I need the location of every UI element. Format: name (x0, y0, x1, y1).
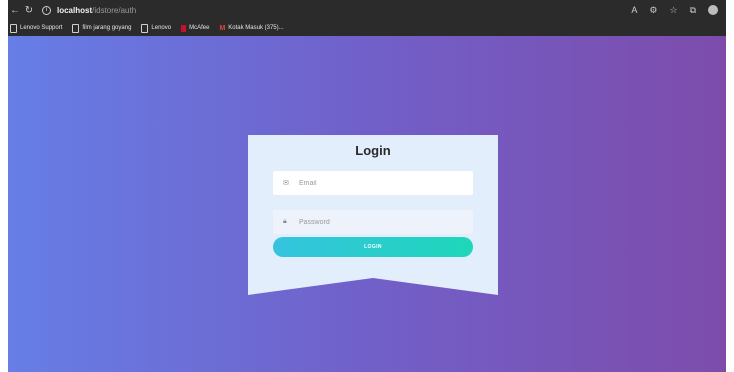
login-button[interactable]: LOGIN (273, 237, 473, 257)
profile-avatar-icon[interactable] (708, 5, 718, 15)
page-icon (141, 23, 149, 33)
email-field-wrapper: ✉ (273, 171, 473, 195)
password-field-wrapper: 🔒︎ (273, 210, 473, 234)
bookmark-lenovo-support[interactable]: Lenovo Support (10, 23, 63, 33)
bookmark-label: McAfee (189, 25, 210, 31)
mcafee-icon (181, 24, 187, 32)
bookmark-label: Lenovo (151, 25, 172, 31)
page-icon (72, 23, 80, 33)
login-title: Login (355, 143, 391, 158)
back-icon[interactable]: ← (8, 5, 22, 16)
password-input[interactable] (297, 217, 471, 227)
bookmark-label: Lenovo Support (20, 25, 63, 31)
bookmark-label: film jarang goyang (82, 25, 132, 31)
url-host: localhost (57, 5, 93, 15)
reload-icon[interactable]: ↻ (22, 5, 36, 16)
bookmarks-bar: Lenovo Support film jarang goyang Lenovo… (8, 20, 726, 36)
read-aloud-icon[interactable]: A (631, 5, 637, 15)
email-input[interactable] (297, 178, 471, 188)
url-path: /idstore/auth (92, 5, 137, 15)
address-bar[interactable]: localhost/idstore/auth (57, 6, 136, 15)
bookmark-lenovo[interactable]: Lenovo (141, 23, 172, 33)
bookmark-mcafee[interactable]: McAfee (181, 24, 210, 32)
browser-actions: A ⚙ ☆ ⧉ (631, 0, 718, 20)
bookmark-label: Kotak Masuk (375)... (228, 25, 284, 31)
envelope-icon: ✉ (283, 180, 289, 187)
gmail-icon: M (219, 24, 226, 32)
collections-icon[interactable]: ⧉ (690, 5, 696, 16)
browser-toolbar: ← ↻ i localhost/idstore/auth A ⚙ ☆ ⧉ (8, 0, 726, 20)
bookmark-gmail-inbox[interactable]: M Kotak Masuk (375)... (219, 25, 283, 32)
bookmark-film-jarang-goyang[interactable]: film jarang goyang (72, 23, 132, 33)
page-icon (10, 23, 17, 33)
favorites-star-icon[interactable]: ☆ (669, 5, 677, 16)
page-background: Login ✉ 🔒︎ LOGIN (8, 36, 726, 372)
extensions-icon[interactable]: ⚙ (649, 5, 657, 16)
lock-icon: 🔒︎ (283, 218, 287, 225)
site-info-icon[interactable]: i (42, 5, 51, 15)
